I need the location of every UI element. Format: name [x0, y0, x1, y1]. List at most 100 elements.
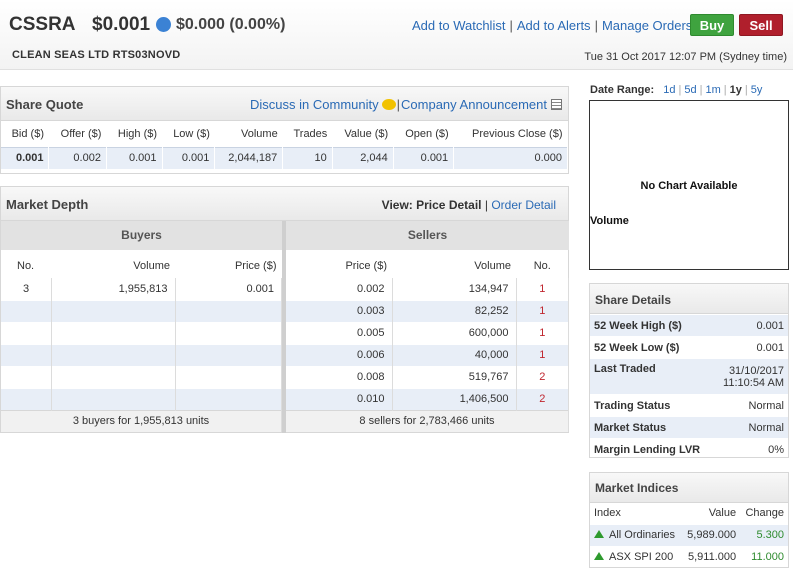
- up-arrow-icon: [594, 552, 604, 561]
- share-quote-header-row: Bid ($) Offer ($) High ($) Low ($) Volum…: [1, 121, 568, 147]
- buyer-count: [1, 343, 52, 366]
- seller-price: 0.002: [286, 277, 393, 300]
- range-1d-link[interactable]: 1d: [663, 84, 675, 96]
- table-row: [1, 343, 282, 366]
- index-change: 11.000: [740, 545, 788, 568]
- index-change: 5.300: [740, 523, 788, 546]
- stock-header: CSSRA $0.001 $0.000 (0.00%) Add to Watch…: [0, 0, 793, 70]
- up-arrow-icon: [594, 530, 604, 538]
- range-1m-link[interactable]: 1m: [705, 84, 720, 96]
- column-header: Value ($): [344, 127, 389, 140]
- seller-price: 0.006: [286, 343, 393, 366]
- detail-value: 0%: [713, 438, 788, 461]
- announcement-document-icon[interactable]: [551, 99, 562, 110]
- market-indices-header: Market Indices: [590, 473, 788, 503]
- add-to-watchlist-link[interactable]: Add to Watchlist: [412, 18, 505, 33]
- column-header: Open ($): [405, 127, 449, 140]
- index-name[interactable]: All Ordinaries: [609, 529, 675, 541]
- discuss-in-community-link[interactable]: Discuss in Community: [250, 97, 379, 112]
- company-announcement-link[interactable]: Company Announcement: [401, 97, 547, 112]
- table-row: 3 1,955,813 0.001: [1, 277, 282, 300]
- detail-row: Trading Status Normal: [590, 394, 788, 417]
- buyers-label: Buyers: [1, 221, 282, 250]
- sellers-table: Price ($) Volume No. 0.002 134,947 1 0.0…: [286, 250, 569, 432]
- separator: |: [396, 97, 401, 112]
- sellers-summary-row: 8 sellers for 2,783,466 units: [286, 409, 569, 432]
- column-header: High ($): [117, 127, 158, 140]
- seller-count: 1: [516, 277, 569, 300]
- share-details-table: 52 Week High ($) 0.001 52 Week Low ($) 0…: [590, 314, 788, 461]
- detail-key: 52 Week Low ($): [590, 336, 714, 359]
- share-details-title: Share Details: [595, 293, 672, 307]
- separator: |: [678, 84, 682, 96]
- separator: |: [723, 84, 727, 96]
- market-depth-title: Market Depth: [6, 197, 89, 212]
- detail-key: Last Traded: [590, 358, 714, 395]
- sellers-summary: 8 sellers for 2,783,466 units: [286, 409, 569, 432]
- share-quote-values-row: 0.001 0.002 0.001 0.001 2,044,187 10 2,0…: [1, 146, 568, 169]
- seller-count: 1: [516, 321, 569, 344]
- share-details-header: Share Details: [590, 284, 788, 314]
- quote-datetime: Tue 31 Oct 2017 12:07 PM (Sydney time): [584, 51, 787, 63]
- buyer-volume: [51, 321, 176, 344]
- buyer-price: 0.001: [175, 277, 282, 300]
- detail-row: Last Traded 31/10/2017 11:10:54 AM: [590, 358, 788, 395]
- stock-code: CSSRA: [9, 14, 76, 35]
- share-quote-header: Share Quote Discuss in Community |Company…: [1, 87, 568, 121]
- seller-volume: 40,000: [392, 343, 517, 366]
- buy-button[interactable]: Buy: [690, 14, 734, 36]
- buyer-price: [175, 299, 282, 322]
- buyer-count: [1, 299, 52, 322]
- view-order-detail-link[interactable]: Order Detail: [491, 198, 556, 212]
- separator: |: [484, 198, 488, 212]
- seller-price: 0.005: [286, 321, 393, 344]
- sell-button[interactable]: Sell: [739, 14, 783, 36]
- detail-value: 0.001: [713, 336, 788, 359]
- share-quote-links: Discuss in Community |Company Announcemen…: [250, 97, 562, 112]
- column-header: Volume: [241, 127, 278, 140]
- column-header: No.: [533, 259, 551, 272]
- buyer-volume: [51, 299, 176, 322]
- last-traded-date: 31/10/2017: [728, 364, 784, 377]
- detail-row: Market Status Normal: [590, 416, 788, 439]
- index-row: ASX SPI 200 5,911.000 11.000: [590, 545, 788, 568]
- range-5y-link[interactable]: 5y: [751, 84, 763, 96]
- table-row: [1, 299, 282, 322]
- index-value: 5,911.000: [681, 545, 741, 568]
- detail-key: 52 Week High ($): [590, 314, 714, 337]
- share-quote-title: Share Quote: [6, 97, 84, 112]
- column-header: Previous Close ($): [472, 127, 563, 140]
- low-value: 0.001: [162, 146, 216, 169]
- offer-value: 0.002: [48, 146, 107, 169]
- separator: |: [509, 18, 513, 33]
- buyer-price: [175, 387, 282, 410]
- separator: |: [744, 84, 748, 96]
- volume-value: 2,044,187: [214, 146, 284, 169]
- price-status-dot-icon: [156, 17, 171, 32]
- share-quote-table: Bid ($) Offer ($) High ($) Low ($) Volum…: [1, 121, 568, 169]
- detail-value: 31/10/2017 11:10:54 AM: [713, 358, 788, 395]
- index-value: 5,989.000: [681, 523, 741, 546]
- range-1y-current[interactable]: 1y: [730, 84, 742, 96]
- no-chart-message: No Chart Available: [640, 180, 738, 192]
- buyer-count: [1, 387, 52, 410]
- market-indices-title: Market Indices: [595, 481, 679, 495]
- range-5d-link[interactable]: 5d: [684, 84, 696, 96]
- column-header: Low ($): [173, 127, 210, 140]
- add-to-alerts-link[interactable]: Add to Alerts: [517, 18, 591, 33]
- index-name[interactable]: ASX SPI 200: [609, 551, 673, 563]
- detail-key: Margin Lending LVR: [590, 438, 714, 461]
- seller-price: 0.010: [286, 387, 393, 410]
- previous-close-value: 0.000: [453, 146, 568, 169]
- price-change: $0.000 (0.00%): [176, 16, 286, 33]
- seller-price: 0.003: [286, 299, 393, 322]
- column-header: Price ($): [345, 259, 387, 272]
- manage-orders-link[interactable]: Manage Orders: [602, 18, 692, 33]
- column-header: Index: [594, 507, 621, 520]
- high-value: 0.001: [106, 146, 163, 169]
- stock-price: $0.001: [92, 14, 151, 35]
- community-speech-bubble-icon[interactable]: [381, 99, 396, 110]
- market-depth-header: Market Depth View: Price Detail | Order …: [1, 187, 568, 221]
- price-chart: No Chart Available Volume: [589, 100, 789, 270]
- detail-key: Market Status: [590, 416, 714, 439]
